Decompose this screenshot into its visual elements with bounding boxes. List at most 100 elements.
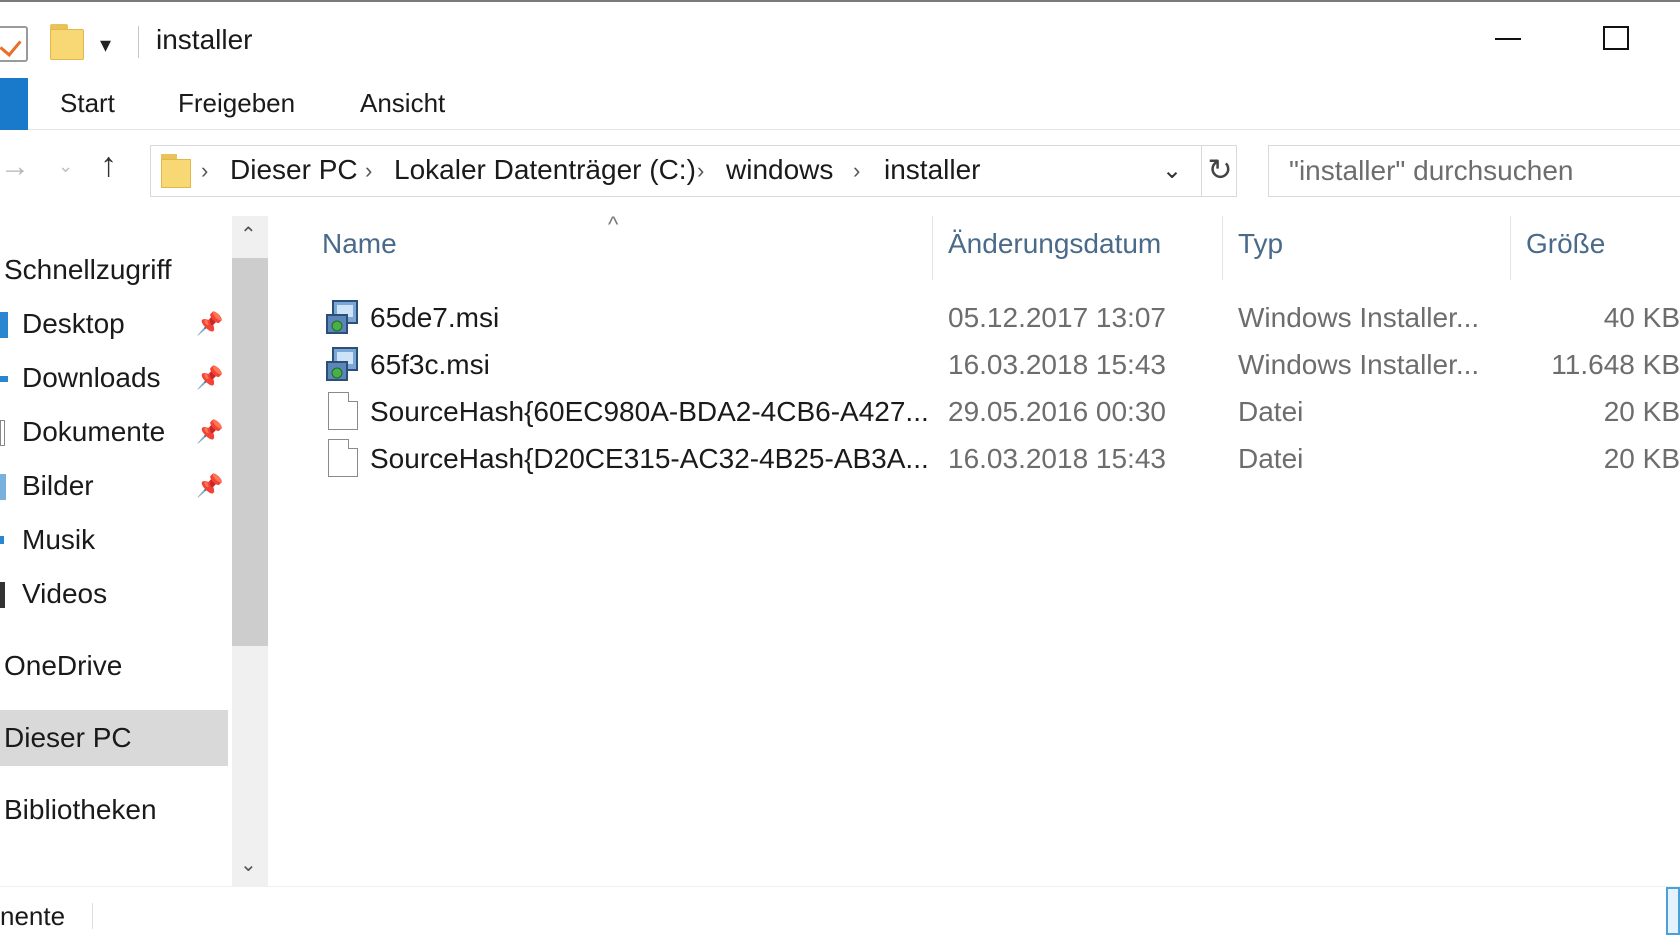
breadcrumb-installer[interactable]: installer <box>884 154 980 186</box>
sidebar-item-label: Bilder <box>22 470 94 501</box>
search-input[interactable] <box>1268 145 1680 197</box>
file-size: 11.648 KB <box>1551 349 1680 380</box>
file-size: 40 KB <box>1603 302 1680 333</box>
sidebar-item-label: Schnellzugriff <box>4 254 172 285</box>
file-row[interactable]: 65de7.msi 05.12.2017 13:07 Windows Insta… <box>268 294 1680 344</box>
window-title: installer <box>156 24 253 55</box>
maximize-button[interactable] <box>1603 26 1629 50</box>
refresh-icon[interactable]: ↻ <box>1201 146 1238 196</box>
details-view-button[interactable] <box>1666 887 1680 935</box>
sort-ascending-icon: ^ <box>608 212 619 237</box>
sidebar-item-this-pc[interactable]: Dieser PC <box>0 710 228 766</box>
ribbon-tabs: Start Freigeben Ansicht <box>0 78 1680 130</box>
scroll-down-icon[interactable]: ⌄ <box>240 852 257 877</box>
sidebar-item-label: Videos <box>22 578 108 609</box>
video-icon <box>0 582 5 608</box>
sidebar-item-dokumente[interactable]: Dokumente 📌 <box>0 404 228 460</box>
title-bar: ▾ installer <box>0 0 1680 78</box>
breadcrumb-separator[interactable]: › <box>365 158 372 184</box>
sidebar-item-label: Dieser PC <box>4 722 132 753</box>
folder-icon <box>161 154 191 188</box>
sidebar-item-videos[interactable]: Videos <box>0 566 228 622</box>
file-date: 16.03.2018 15:43 <box>948 443 1166 474</box>
sidebar-item-quick-access[interactable]: Schnellzugriff <box>0 242 228 298</box>
sidebar-item-label: Dokumente <box>22 416 166 447</box>
breadcrumb-local-disk[interactable]: Lokaler Datenträger (C:) <box>394 154 696 186</box>
file-size: 20 KB <box>1603 396 1680 427</box>
folder-body-shape <box>161 159 191 188</box>
properties-check-icon[interactable] <box>0 26 28 62</box>
music-icon <box>0 536 4 544</box>
sidebar-item-onedrive[interactable]: OneDrive <box>0 638 228 694</box>
breadcrumb-dieser-pc[interactable]: Dieser PC <box>230 154 358 186</box>
breadcrumb-separator[interactable]: › <box>201 158 208 184</box>
sidebar-item-label: Desktop <box>22 308 125 339</box>
sidebar-item-label: Bibliotheken <box>4 794 157 825</box>
document-icon <box>0 420 5 446</box>
tab-start[interactable]: Start <box>60 88 115 119</box>
column-header-date[interactable]: Änderungsdatum <box>948 228 1161 260</box>
address-bar[interactable]: › Dieser PC › Lokaler Datenträger (C:) ›… <box>150 145 1237 197</box>
quick-access-dropdown-icon[interactable]: ▾ <box>100 32 111 58</box>
file-row[interactable]: SourceHash{60EC980A-BDA2-4CB6-A427... 29… <box>268 388 1680 438</box>
status-text: nente <box>0 901 66 931</box>
msi-icon <box>326 347 358 381</box>
file-name: SourceHash{D20CE315-AC32-4B25-AB3A... <box>370 443 929 474</box>
forward-arrow-icon[interactable]: → <box>0 150 30 184</box>
file-type: Windows Installer... <box>1238 302 1480 333</box>
sidebar-item-musik[interactable]: Musik <box>0 512 228 568</box>
status-separator <box>92 903 93 929</box>
file-list: ^ Name Änderungsdatum Typ Größe 65de7.ms… <box>268 210 1680 886</box>
pin-icon[interactable]: 📌 <box>196 296 223 352</box>
chevron-down-icon[interactable]: ⌄ <box>1162 156 1182 185</box>
download-icon <box>0 376 8 382</box>
up-arrow-icon[interactable]: ↑ <box>100 146 117 185</box>
navigation-bar: → ⌄ ↑ › Dieser PC › Lokaler Datenträger … <box>0 130 1680 210</box>
file-date: 05.12.2017 13:07 <box>948 302 1166 333</box>
file-icon <box>328 439 358 477</box>
breadcrumb-separator[interactable]: › <box>853 158 860 184</box>
file-row[interactable]: SourceHash{D20CE315-AC32-4B25-AB3A... 16… <box>268 435 1680 485</box>
column-header-type[interactable]: Typ <box>1238 228 1283 260</box>
column-separator[interactable] <box>1222 216 1223 280</box>
column-header-name[interactable]: Name <box>322 228 397 260</box>
scrollbar-thumb[interactable] <box>232 258 268 646</box>
sidebar-item-libraries[interactable]: Bibliotheken <box>0 782 228 838</box>
pin-icon[interactable]: 📌 <box>196 404 223 460</box>
tab-file[interactable] <box>0 78 28 130</box>
title-separator <box>138 26 139 58</box>
pin-icon[interactable]: 📌 <box>196 350 223 406</box>
minimize-button[interactable] <box>1495 38 1521 40</box>
recent-locations-icon[interactable]: ⌄ <box>58 156 73 177</box>
new-folder-icon[interactable] <box>50 24 84 60</box>
scroll-up-icon[interactable]: ⌃ <box>240 222 257 247</box>
sidebar-item-desktop[interactable]: Desktop 📌 <box>0 296 228 352</box>
file-size: 20 KB <box>1603 443 1680 474</box>
file-name: 65f3c.msi <box>370 349 490 380</box>
sidebar-item-bilder[interactable]: Bilder 📌 <box>0 458 228 514</box>
file-date: 29.05.2016 00:30 <box>948 396 1166 427</box>
tab-freigeben[interactable]: Freigeben <box>178 88 295 119</box>
folder-body-shape <box>50 29 84 60</box>
column-separator[interactable] <box>1510 216 1511 280</box>
navigation-pane-scrollbar[interactable]: ⌃ ⌄ <box>232 216 268 886</box>
file-type: Windows Installer... <box>1238 349 1480 380</box>
file-icon <box>328 392 358 430</box>
sidebar-item-downloads[interactable]: Downloads 📌 <box>0 350 228 406</box>
desktop-icon <box>0 312 8 338</box>
file-name: 65de7.msi <box>370 302 500 333</box>
file-type: Datei <box>1238 396 1304 427</box>
column-header-size[interactable]: Größe <box>1526 228 1605 260</box>
sidebar-item-label: Downloads <box>22 362 161 393</box>
file-row[interactable]: 65f3c.msi 16.03.2018 15:43 Windows Insta… <box>268 341 1680 391</box>
pictures-icon <box>0 474 6 500</box>
navigation-pane: Schnellzugriff Desktop 📌 Downloads 📌 Dok… <box>0 216 232 886</box>
column-separator[interactable] <box>932 216 933 280</box>
tab-ansicht[interactable]: Ansicht <box>360 88 445 119</box>
status-bar: nente <box>0 886 1680 944</box>
file-name: SourceHash{60EC980A-BDA2-4CB6-A427... <box>370 396 929 427</box>
pin-icon[interactable]: 📌 <box>196 458 223 514</box>
breadcrumb-separator[interactable]: › <box>697 158 704 184</box>
breadcrumb-windows[interactable]: windows <box>726 154 833 186</box>
sidebar-item-label: OneDrive <box>4 650 123 681</box>
